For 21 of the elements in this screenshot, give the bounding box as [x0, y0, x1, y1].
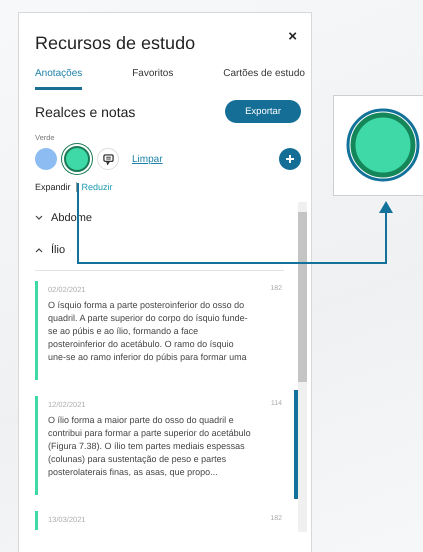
plus-icon [285, 154, 295, 164]
clear-link[interactable]: Limpar [132, 154, 163, 164]
close-button[interactable]: × [288, 27, 297, 45]
comment-icon [102, 154, 114, 164]
expand-link[interactable]: Expandir [35, 182, 71, 192]
section-title: Realces e notas [35, 104, 136, 120]
note-filter-button[interactable] [97, 148, 119, 170]
color-swatch[interactable] [35, 148, 57, 170]
chevron-icon [35, 247, 43, 253]
note-text: O ílio forma a maior parte do osso do quadril e contribui para formar a parte superior do acetábulo (Figura 7.38). O ílio tem partes mediais espessas (colunas) para sustentação de peso e partes posterolaterais finas, as asas, que propo... [48, 414, 252, 479]
tab[interactable]: Favoritos [132, 68, 174, 90]
panel-title: Recursos de estudo [35, 33, 196, 54]
color-swatch[interactable] [64, 146, 90, 172]
scrollbar-thumb[interactable] [298, 212, 307, 382]
note-text: O ísquio forma a parte posteroinferior do osso do quadril. A parte superior do corpo do ísquio funde-se ao púbis e ao ílio, formando a face posteroinferior do acetábulo. O ramo do ísquio une-se ao ramo inferior do púbis para formar uma [48, 299, 249, 364]
chevron-icon [35, 215, 43, 221]
tab[interactable]: Anotações [35, 68, 82, 90]
group-toggle[interactable]: Ílio [35, 234, 292, 266]
tab[interactable]: Cartões de estudo [223, 68, 305, 90]
add-button[interactable] [279, 148, 301, 170]
export-button[interactable]: Exportar [225, 100, 301, 123]
